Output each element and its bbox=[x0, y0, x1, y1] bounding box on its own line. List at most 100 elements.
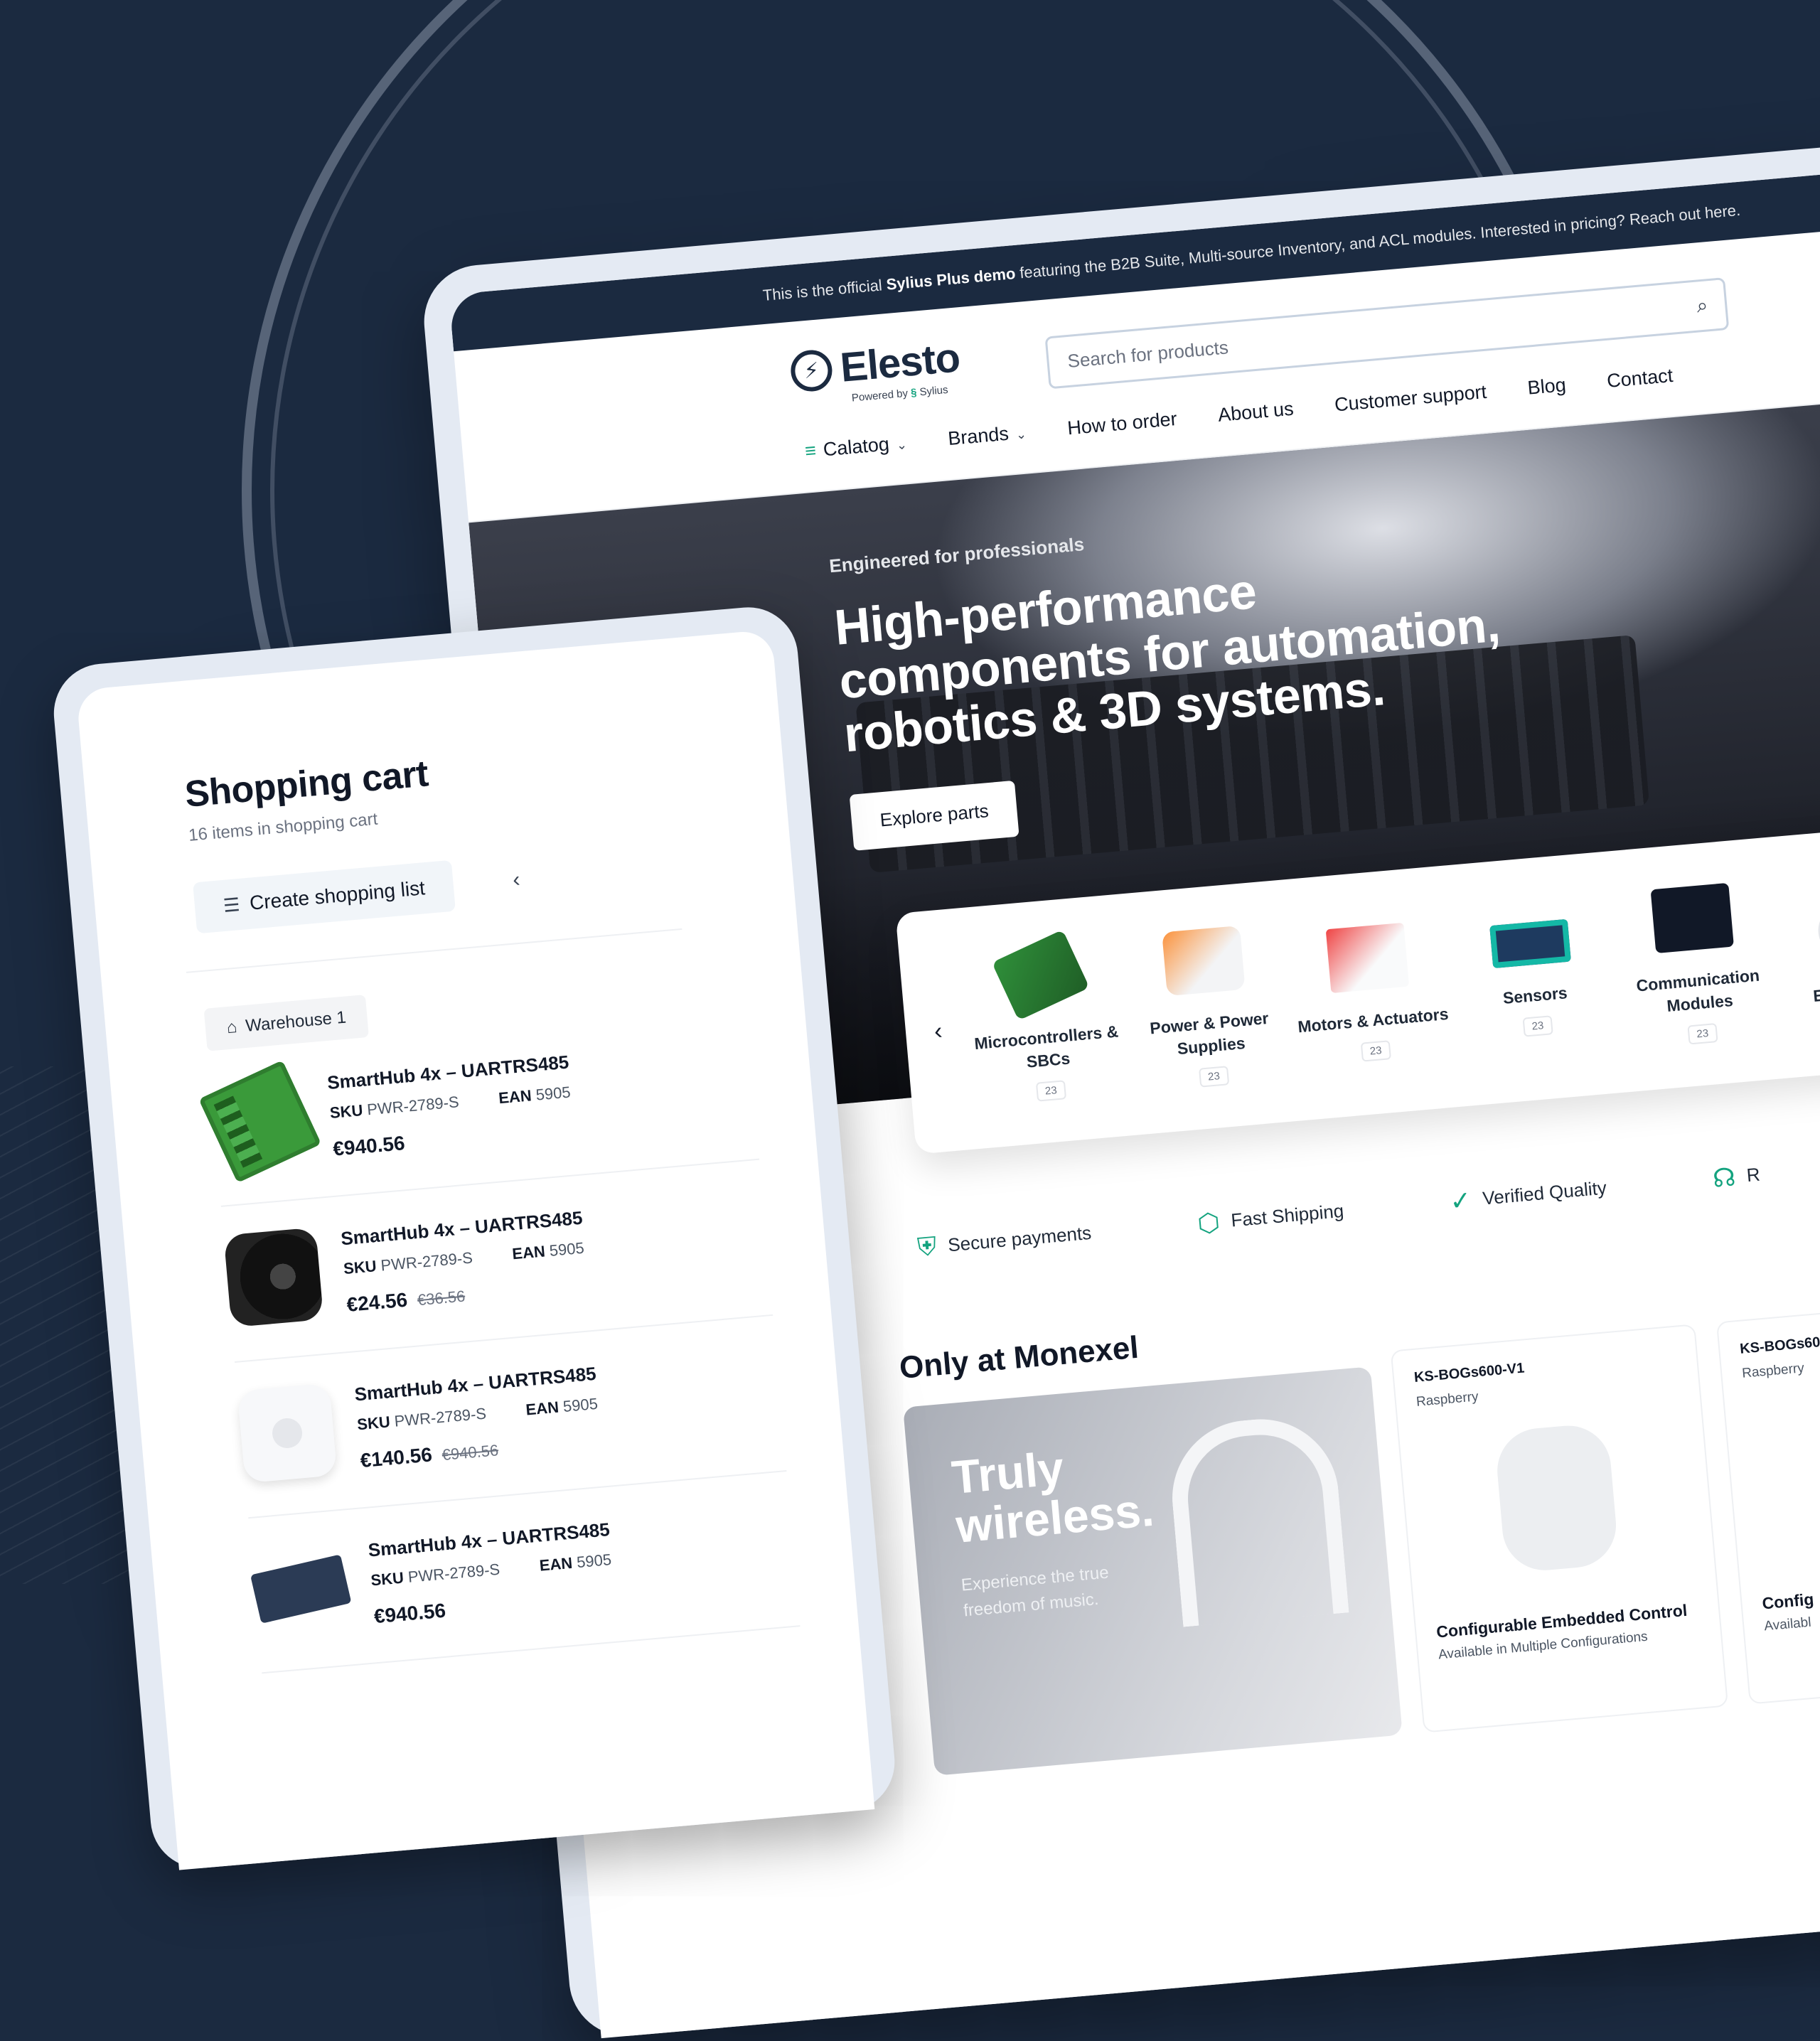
cart-toolbar: ☰ Create shopping list ‹ bbox=[193, 830, 793, 934]
category-item[interactable]: Sensors 23 bbox=[1447, 915, 1620, 1042]
item-ean: 5905 bbox=[576, 1550, 613, 1572]
product-thumbnail bbox=[198, 1060, 322, 1184]
item-price-row: €24.56 €36.56 bbox=[346, 1273, 589, 1317]
ean-label: EAN bbox=[498, 1086, 532, 1108]
item-price: €140.56 bbox=[359, 1443, 433, 1472]
shield-check-icon: ⛨ bbox=[916, 1231, 938, 1263]
product-thumbnail bbox=[250, 1554, 352, 1624]
box-icon: ⬡ bbox=[1196, 1206, 1221, 1238]
logo-text: Elesto bbox=[838, 334, 962, 391]
sylius-icon: § bbox=[910, 386, 918, 400]
warehouse-label: Warehouse 1 bbox=[245, 1007, 347, 1036]
item-old-price: €36.56 bbox=[416, 1287, 466, 1309]
promo-text: Experience the true freedom of music. bbox=[960, 1563, 1110, 1621]
item-sku: PWR-2789-S bbox=[393, 1404, 487, 1430]
promo-prefix: This is the official bbox=[761, 275, 887, 304]
item-sku: PWR-2789-S bbox=[407, 1560, 501, 1586]
chevron-down-icon: ⌄ bbox=[896, 437, 908, 453]
category-name: Communication Modules bbox=[1635, 966, 1760, 1015]
feature-label: Verified Quality bbox=[1482, 1177, 1607, 1209]
item-ean: 5905 bbox=[535, 1083, 572, 1104]
nav-catalog-label: Calatog bbox=[822, 433, 890, 461]
category-item[interactable]: Motors & Actuators 23 bbox=[1283, 919, 1458, 1068]
category-item[interactable]: Communication Modules 23 bbox=[1608, 879, 1784, 1050]
nav-brands[interactable]: Brands ⌄ bbox=[947, 422, 1027, 451]
powered-by-brand: Sylius bbox=[919, 383, 949, 399]
home-icon: ⌂ bbox=[225, 1017, 238, 1038]
item-ean: 5905 bbox=[562, 1394, 599, 1415]
nav-support[interactable]: Customer support bbox=[1334, 381, 1487, 417]
search-input[interactable] bbox=[1065, 299, 1637, 373]
cart-screen: Shopping cart 16 items in shopping cart … bbox=[75, 629, 875, 1870]
badge-check-icon: ✓ bbox=[1448, 1184, 1473, 1216]
promo-highlight: Sylius Plus demo bbox=[885, 264, 1017, 294]
item-sku: PWR-2789-S bbox=[366, 1093, 460, 1119]
category-name: Power & Power Supplies bbox=[1149, 1009, 1270, 1058]
list-icon: ☰ bbox=[222, 893, 241, 916]
search-icon[interactable]: ⌕ bbox=[1696, 294, 1709, 318]
feature-label: Secure payments bbox=[947, 1221, 1093, 1256]
chevron-left-icon[interactable]: ‹ bbox=[512, 868, 521, 893]
explore-parts-button[interactable]: Explore parts bbox=[849, 780, 1019, 851]
sku-label: SKU bbox=[356, 1413, 391, 1434]
nav-contact[interactable]: Contact bbox=[1606, 365, 1674, 392]
product-name: Config bbox=[1761, 1590, 1815, 1613]
sku-label: SKU bbox=[328, 1101, 364, 1122]
category-image bbox=[1816, 894, 1820, 965]
category-name: Motors & Actuators bbox=[1297, 1004, 1450, 1036]
sku-label: SKU bbox=[343, 1257, 378, 1278]
category-name: Expa Boards bbox=[1812, 978, 1820, 1006]
category-image bbox=[992, 930, 1090, 1022]
feature-item: ⛨ Secure payments bbox=[916, 1218, 1093, 1263]
category-name: Sensors bbox=[1502, 983, 1568, 1007]
item-old-price: €940.56 bbox=[441, 1441, 500, 1464]
category-count: 23 bbox=[1360, 1040, 1391, 1062]
feature-label: Fast Shipping bbox=[1230, 1199, 1345, 1231]
category-item[interactable]: Expa Boards bbox=[1773, 891, 1820, 1011]
product-card[interactable]: KS-BOGs600-V1 Raspberry Configurable Emb… bbox=[1390, 1324, 1729, 1733]
category-item[interactable]: Power & Power Supplies 23 bbox=[1120, 922, 1296, 1093]
category-image bbox=[1326, 922, 1410, 994]
nav-blog[interactable]: Blog bbox=[1526, 374, 1567, 400]
create-shopping-list-button[interactable]: ☰ Create shopping list bbox=[193, 859, 456, 934]
category-image bbox=[1489, 918, 1572, 969]
item-info: SmartHub 4x – UARTRS485 SKU PWR-2789-S EA… bbox=[367, 1516, 616, 1628]
product-image bbox=[1494, 1422, 1620, 1574]
cart-tablet: Shopping cart 16 items in shopping cart … bbox=[50, 603, 899, 1873]
nav-catalog[interactable]: ≡ Calatog ⌄ bbox=[804, 432, 908, 462]
nav-how-to-order[interactable]: How to order bbox=[1066, 408, 1178, 439]
product-sku: KS-BOGs600 bbox=[1739, 1334, 1820, 1357]
category-count: 23 bbox=[1687, 1022, 1718, 1045]
item-price: €24.56 bbox=[346, 1288, 409, 1316]
sku-label: SKU bbox=[370, 1568, 405, 1590]
lightning-icon: ⚡ bbox=[789, 348, 834, 393]
category-name: Microcontrollers & SBCs bbox=[973, 1022, 1120, 1071]
feature-item: ✓ Verified Quality bbox=[1449, 1172, 1608, 1216]
item-info: SmartHub 4x – UARTRS485 SKU PWR-2789-S EA… bbox=[340, 1204, 589, 1317]
create-list-label: Create shopping list bbox=[248, 877, 427, 914]
item-info: SmartHub 4x – UARTRS485 SKU PWR-2789-S EA… bbox=[353, 1360, 603, 1472]
category-count: 23 bbox=[1035, 1079, 1066, 1102]
promo-card[interactable]: Truly wireless. Experience the true free… bbox=[903, 1366, 1403, 1776]
chevron-down-icon: ⌄ bbox=[1015, 427, 1027, 442]
product-card[interactable]: KS-BOGs600 Raspberry Config Availabl bbox=[1715, 1295, 1820, 1705]
item-price-row: €140.56 €940.56 bbox=[359, 1429, 602, 1473]
hero-content: Engineered for professionals High-perfor… bbox=[828, 493, 1563, 851]
product-thumbnail bbox=[237, 1383, 338, 1484]
item-ean: 5905 bbox=[548, 1238, 585, 1260]
menu-icon: ≡ bbox=[803, 439, 818, 462]
ean-label: EAN bbox=[525, 1398, 560, 1419]
category-item[interactable]: Microcontrollers & SBCs 23 bbox=[957, 930, 1133, 1107]
promo-heading: Truly wireless. bbox=[949, 1441, 1156, 1553]
item-price: €940.56 bbox=[332, 1132, 406, 1160]
category-count: 23 bbox=[1198, 1065, 1229, 1088]
chevron-left-icon[interactable]: ‹ bbox=[933, 1017, 943, 1046]
category-image bbox=[1650, 883, 1735, 954]
product-thumbnail bbox=[223, 1227, 324, 1328]
category-image bbox=[1162, 926, 1246, 997]
logo[interactable]: ⚡ Elesto Powered by § Sylius bbox=[789, 334, 962, 405]
feature-item: ☊ R bbox=[1711, 1159, 1761, 1194]
nav-about[interactable]: About us bbox=[1217, 398, 1295, 427]
category-count: 23 bbox=[1522, 1015, 1553, 1037]
item-price-row: €940.56 bbox=[332, 1117, 575, 1161]
